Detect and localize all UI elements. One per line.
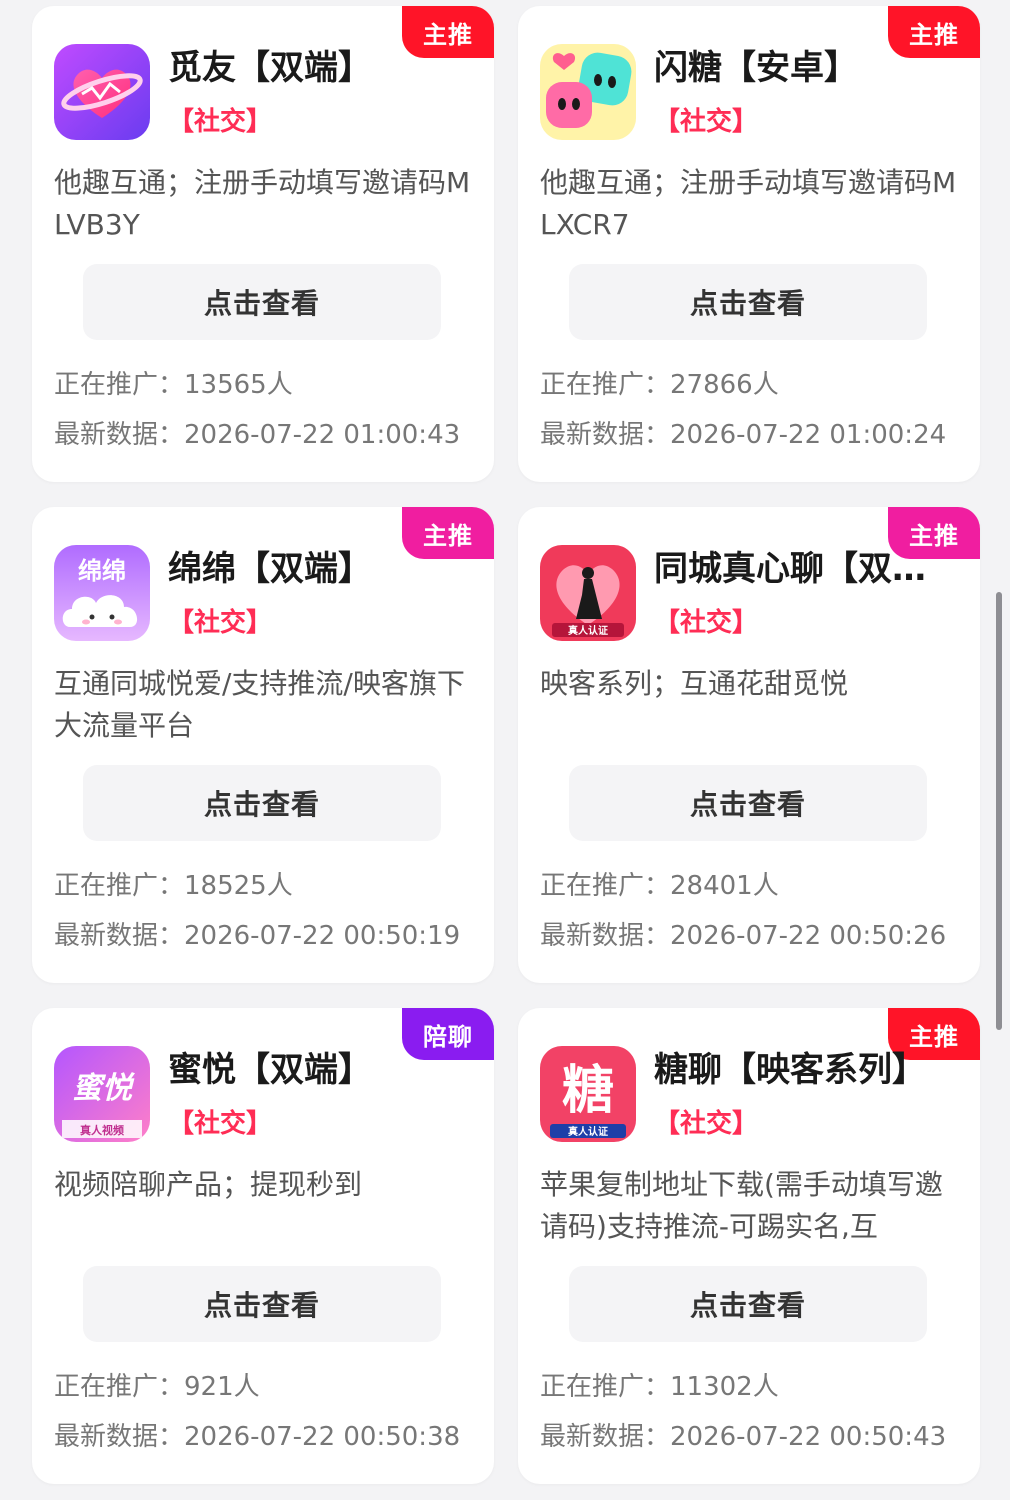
- app-title: 蜜悦【双端】: [168, 1050, 372, 1090]
- verified-label: 真人认证: [568, 624, 608, 637]
- updated-stat: 最新数据：2026-07-22 00:50:38: [54, 1416, 460, 1453]
- app-category: 【社交】: [168, 1109, 273, 1139]
- updated-stat: 最新数据：2026-07-22 00:50:26: [540, 915, 946, 952]
- app-title: 同城真心聊【双…: [654, 549, 926, 589]
- promo-count: 27866人: [670, 370, 779, 400]
- app-card[interactable]: 主推 糖 真人认证 糖聊【映客系列】 【社交】 苹果复制地址下载(需手动填写邀请…: [518, 1008, 980, 1484]
- tang-logo-text: 糖: [562, 1061, 614, 1121]
- promo-count: 28401人: [670, 871, 779, 901]
- promo-stat: 正在推广：18525人: [54, 865, 293, 902]
- real-video-label: 真人视频: [80, 1123, 124, 1137]
- promo-stat: 正在推广：921人: [54, 1366, 260, 1403]
- updated-label: 最新数据：: [54, 1422, 185, 1452]
- updated-time: 2026-07-22 00:50:19: [184, 921, 461, 951]
- updated-label: 最新数据：: [54, 921, 185, 951]
- app-description: 互通同城悦爱/支持推流/映客旗下大流量平台: [54, 667, 465, 742]
- app-category: 【社交】: [654, 608, 759, 638]
- updated-time: 2026-07-22 00:50:38: [184, 1422, 461, 1452]
- app-card-grid: 主推 觅友【双端】 【社交】 他趣互通；注册手动填写邀请码MLVB3Y 点击查看…: [32, 6, 980, 1484]
- app-title: 觅友【双端】: [168, 48, 372, 88]
- verified-label: 真人认证: [568, 1125, 608, 1138]
- app-card[interactable]: 陪聊 蜜悦 真人视频 蜜悦【双端】 【社交】 视频陪聊产品；提现秒到 点击查看 …: [32, 1008, 494, 1484]
- promo-count: 11302人: [670, 1372, 779, 1402]
- promo-stat: 正在推广：28401人: [540, 865, 779, 902]
- app-card[interactable]: 主推 绵绵 绵绵【双端】 【社交】 互通同城悦爱/支持推流/映客旗下大流量平台 …: [32, 507, 494, 983]
- promo-label: 正在推广：: [54, 370, 185, 400]
- promo-label: 正在推广：: [540, 871, 671, 901]
- cloud-icon-text: 绵绵: [78, 557, 126, 585]
- promo-count: 921人: [184, 1372, 260, 1402]
- cloud-icon: 绵绵: [54, 545, 150, 641]
- view-button[interactable]: 点击查看: [569, 264, 927, 340]
- updated-label: 最新数据：: [54, 420, 185, 450]
- app-card[interactable]: 主推 真人认证 同城真心聊【双… 【社交】 映客系列；互通花甜觅悦 点击查看 正…: [518, 507, 980, 983]
- updated-label: 最新数据：: [540, 1422, 671, 1452]
- promo-stat: 正在推广：13565人: [54, 364, 293, 401]
- app-category: 【社交】: [168, 608, 273, 638]
- view-button[interactable]: 点击查看: [83, 1266, 441, 1342]
- scrollbar[interactable]: [996, 592, 1002, 1030]
- promo-count: 18525人: [184, 871, 293, 901]
- app-title: 绵绵【双端】: [168, 549, 372, 589]
- promo-label: 正在推广：: [540, 370, 671, 400]
- miyue-logo-text: 蜜悦: [72, 1071, 135, 1106]
- app-description: 视频陪聊产品；提现秒到: [54, 1168, 363, 1201]
- view-button[interactable]: 点击查看: [83, 264, 441, 340]
- miyue-logo-icon: 蜜悦 真人视频: [54, 1046, 150, 1142]
- app-title: 闪糖【安卓】: [654, 48, 858, 88]
- view-button[interactable]: 点击查看: [83, 765, 441, 841]
- candy-faces-icon: [540, 44, 636, 140]
- view-button[interactable]: 点击查看: [569, 765, 927, 841]
- updated-stat: 最新数据：2026-07-22 01:00:43: [54, 414, 460, 451]
- app-description: 苹果复制地址下载(需手动填写邀请码)支持推流-可踢实名,互: [540, 1168, 943, 1243]
- app-description: 他趣互通；注册手动填写邀请码MLXCR7: [540, 166, 957, 241]
- heart-planet-icon: [54, 44, 150, 140]
- updated-stat: 最新数据：2026-07-22 00:50:43: [540, 1416, 946, 1453]
- app-description: 映客系列；互通花甜觅悦: [540, 667, 849, 700]
- updated-time: 2026-07-22 00:50:26: [670, 921, 947, 951]
- updated-label: 最新数据：: [540, 420, 671, 450]
- app-title: 糖聊【映客系列】: [654, 1050, 926, 1090]
- updated-label: 最新数据：: [540, 921, 671, 951]
- promo-stat: 正在推广：27866人: [540, 364, 779, 401]
- app-category: 【社交】: [654, 107, 759, 137]
- woman-silhouette-icon: 真人认证: [540, 545, 636, 641]
- app-description: 他趣互通；注册手动填写邀请码MLVB3Y: [54, 166, 471, 241]
- promo-label: 正在推广：: [540, 1372, 671, 1402]
- updated-stat: 最新数据：2026-07-22 01:00:24: [540, 414, 946, 451]
- app-card[interactable]: 主推 觅友【双端】 【社交】 他趣互通；注册手动填写邀请码MLVB3Y 点击查看…: [32, 6, 494, 482]
- promo-label: 正在推广：: [54, 1372, 185, 1402]
- updated-time: 2026-07-22 01:00:43: [184, 420, 461, 450]
- promo-count: 13565人: [184, 370, 293, 400]
- updated-time: 2026-07-22 01:00:24: [670, 420, 947, 450]
- promo-label: 正在推广：: [54, 871, 185, 901]
- app-category: 【社交】: [654, 1109, 759, 1139]
- promo-stat: 正在推广：11302人: [540, 1366, 779, 1403]
- app-category: 【社交】: [168, 107, 273, 137]
- updated-stat: 最新数据：2026-07-22 00:50:19: [54, 915, 460, 952]
- app-card[interactable]: 主推 闪糖【安卓】 【社交】 他趣互通；注册手动填写邀请码MLXCR7 点击查看…: [518, 6, 980, 482]
- updated-time: 2026-07-22 00:50:43: [670, 1422, 947, 1452]
- view-button[interactable]: 点击查看: [569, 1266, 927, 1342]
- tang-logo-icon: 糖 真人认证: [540, 1046, 636, 1142]
